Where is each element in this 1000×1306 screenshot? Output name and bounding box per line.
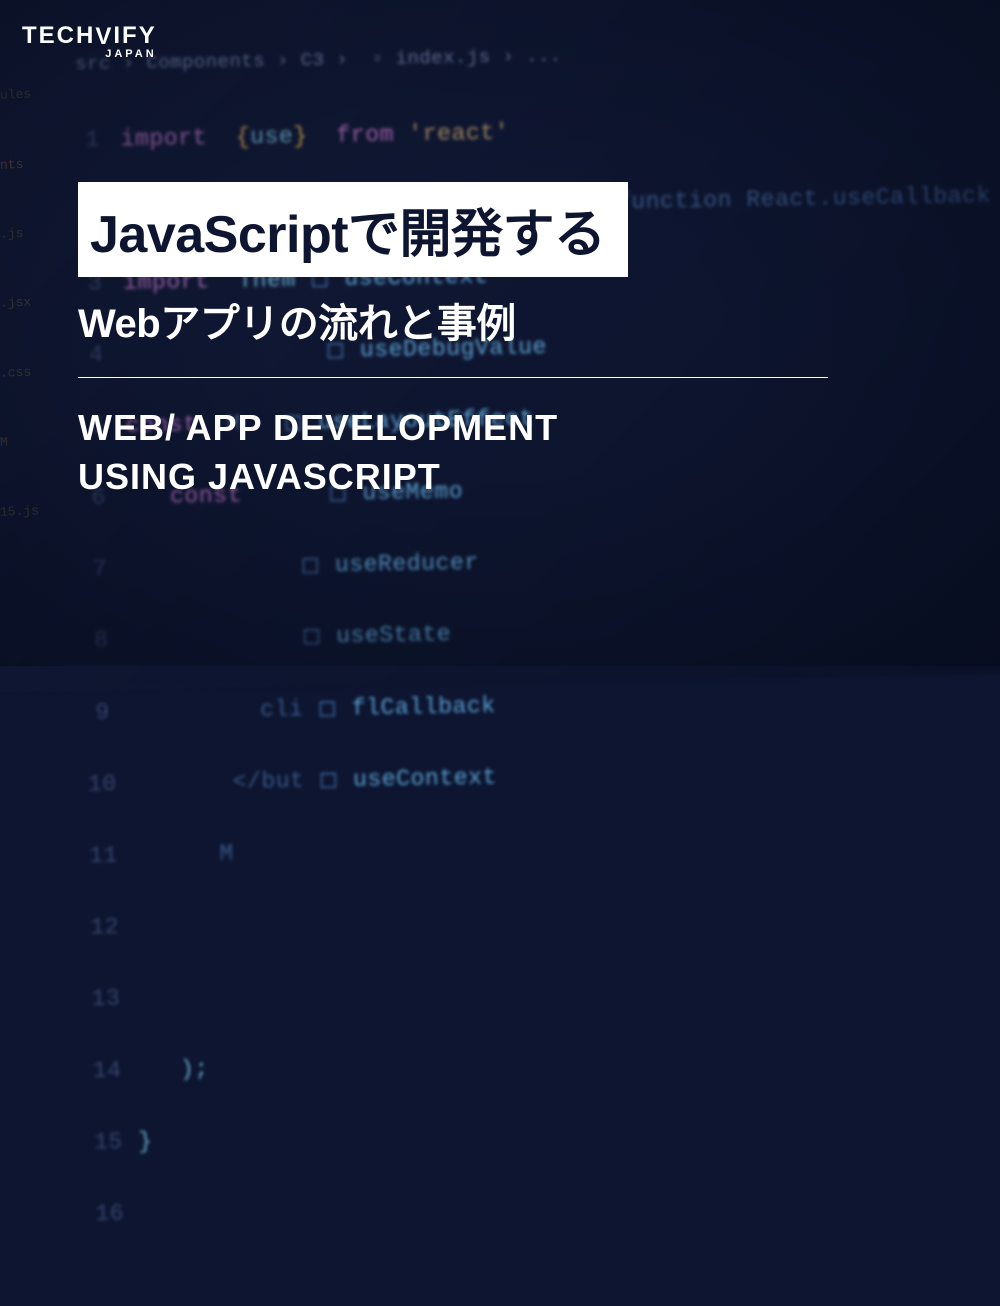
brand-logo: TECHVIFY JAPAN [22,22,157,60]
brace: } [293,123,308,149]
keyword: import [120,125,207,153]
sidebar-item: .js [0,225,40,241]
sidebar-item: nts [0,156,40,172]
sidebar-item: M [0,434,40,450]
keyword: from [336,122,394,149]
brace: } [138,1129,153,1155]
main-title: JavaScriptで開発する [78,182,628,277]
suggestion: flCallback [352,693,496,722]
line-number: 1 [76,122,121,159]
suggestion: useContext [353,765,497,794]
brace: { [236,124,251,150]
sidebar-item: ules [0,87,40,103]
sidebar-item: .css [0,364,40,380]
tag: </but [232,768,304,796]
line-number: 12 [90,910,135,947]
line-number: 10 [88,767,133,804]
line-number: 15 [94,1125,139,1162]
identifier: M [219,841,234,867]
suggestion: useReducer [335,550,479,579]
identifier: use [250,124,294,151]
english-title: WEB/ APP DEVELOPMENT USING JAVASCRIPT [78,404,828,501]
line-number: 7 [84,552,129,589]
line-number: 13 [91,981,136,1018]
brace: ); [180,1056,209,1083]
suggestion: useState [336,622,452,650]
line-number: 14 [93,1053,138,1090]
sidebar-item: .jsx [0,295,40,311]
line-number: 11 [89,838,134,875]
breadcrumb: src › Components › C3 › ▫ index.js › ... [75,36,989,81]
line-number: 8 [85,624,130,661]
sidebar-item: 15.js [0,503,40,519]
en-line-1: WEB/ APP DEVELOPMENT [78,407,558,448]
headline-overlay: JavaScriptで開発する Webアプリの流れと事例 WEB/ APP DE… [78,182,828,501]
divider-line [78,377,828,378]
line-number: 9 [86,695,131,732]
identifier: cli [260,696,304,723]
subtitle: Webアプリの流れと事例 [78,291,828,349]
sidebar-fragment: ules nts .js .jsx .css M 15.js [0,0,40,666]
en-line-2: USING JAVASCRIPT [78,456,441,497]
logo-main-text: TECHVIFY [22,22,157,50]
line-number: 16 [95,1196,140,1233]
string: 'react' [408,120,509,148]
